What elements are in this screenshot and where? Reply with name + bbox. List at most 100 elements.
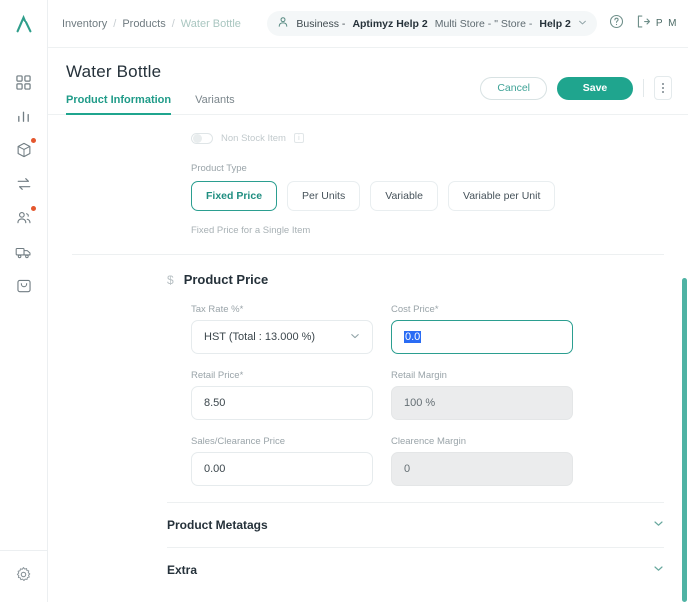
kebab-menu-icon[interactable] <box>654 76 672 100</box>
store-selector-middle: Multi Store - " Store - <box>435 18 533 30</box>
store-selector[interactable]: Business - Aptimyz Help 2 Multi Store - … <box>267 11 596 36</box>
chevron-down-icon <box>653 518 664 532</box>
dollar-icon: $ <box>167 273 174 287</box>
cost-price-label: Cost Price* <box>391 304 573 315</box>
retail-margin-label: Retail Margin <box>391 370 573 381</box>
main-area: Inventory / Products / Water Bottle Busi… <box>48 0 688 602</box>
product-type-options: Fixed Price Per Units Variable Variable … <box>191 181 664 211</box>
non-stock-item-row: Non Stock Item i <box>72 127 664 149</box>
info-icon[interactable]: i <box>294 133 304 143</box>
sidebar-item-transfers[interactable] <box>0 167 48 201</box>
product-price-section-header: $ Product Price <box>72 272 664 287</box>
product-price-section-title: Product Price <box>184 272 269 287</box>
notification-badge-inventory <box>31 138 36 143</box>
accordion-title-product-metatags: Product Metatags <box>167 518 268 532</box>
store-selector-business: Aptimyz Help 2 <box>352 18 427 30</box>
cancel-button[interactable]: Cancel <box>480 77 547 100</box>
product-type-label: Product Type <box>191 163 664 174</box>
breadcrumb-products[interactable]: Products <box>122 18 165 30</box>
vertical-scrollbar[interactable] <box>682 278 687 602</box>
sidebar-nav <box>0 65 48 303</box>
topbar: Inventory / Products / Water Bottle Busi… <box>48 0 688 48</box>
vertical-scrollbar-track[interactable] <box>682 139 688 602</box>
logout-icon <box>636 14 651 34</box>
cost-price-input[interactable]: 0.0 <box>391 320 573 354</box>
chevron-down-icon <box>653 563 664 576</box>
actions-divider <box>643 79 644 97</box>
transfer-arrows-icon <box>16 176 32 192</box>
store-selector-store: Help 2 <box>539 18 571 30</box>
sidebar-item-deliveries[interactable] <box>0 235 48 269</box>
truck-icon <box>15 244 32 261</box>
accordion-product-metatags: Product Metatags <box>72 503 664 547</box>
app-root: Inventory / Products / Water Bottle Busi… <box>0 0 688 602</box>
breadcrumb-separator: / <box>113 18 116 30</box>
help-circle-icon <box>609 14 624 34</box>
form-content: Non Stock Item i Product Type Fixed Pric… <box>48 115 688 576</box>
accordion-extra: Extra <box>72 548 664 576</box>
aptimyz-logo[interactable] <box>0 0 48 48</box>
logout-button[interactable]: P M <box>636 14 678 34</box>
tab-variants[interactable]: Variants <box>195 94 235 115</box>
page-header: Water Bottle Cancel Save <box>48 48 688 82</box>
product-type-helper-text: Fixed Price for a Single Item <box>191 225 664 236</box>
sales-clearance-price-input[interactable]: 0.00 <box>191 452 373 486</box>
help-button[interactable] <box>609 14 624 34</box>
non-stock-item-toggle[interactable] <box>191 133 213 144</box>
gear-icon <box>15 566 32 588</box>
grid-icon <box>16 75 31 90</box>
retail-price-input[interactable]: 8.50 <box>191 386 373 420</box>
users-icon <box>16 210 32 226</box>
notification-badge-customers <box>31 206 36 211</box>
sidebar-item-customers[interactable] <box>0 201 48 235</box>
sidebar-item-purchases[interactable] <box>0 269 48 303</box>
form-scroll-area: Non Stock Item i Product Type Fixed Pric… <box>48 115 688 576</box>
section-divider <box>72 254 664 255</box>
sales-clearance-price-label: Sales/Clearance Price <box>191 436 373 447</box>
sidebar-item-dashboard[interactable] <box>0 65 48 99</box>
product-price-fields: Tax Rate %* HST (Total : 13.000 %) Cost … <box>72 304 664 502</box>
breadcrumb-current: Water Bottle <box>181 18 241 30</box>
chevron-down-icon <box>350 331 360 343</box>
cost-price-field: Cost Price* 0.0 <box>391 304 573 354</box>
store-selector-prefix: Business - <box>296 18 345 30</box>
accordion-header-extra[interactable]: Extra <box>167 548 664 576</box>
tax-rate-field: Tax Rate %* HST (Total : 13.000 %) <box>191 304 373 354</box>
breadcrumb-separator-2: / <box>172 18 175 30</box>
tax-rate-select[interactable]: HST (Total : 13.000 %) <box>191 320 373 354</box>
tax-rate-value: HST (Total : 13.000 %) <box>204 331 315 343</box>
bar-chart-icon <box>16 109 31 124</box>
tab-product-information[interactable]: Product Information <box>66 94 171 115</box>
chevron-down-icon <box>578 18 587 29</box>
breadcrumb-inventory[interactable]: Inventory <box>62 18 107 30</box>
product-type-group: Product Type Fixed Price Per Units Varia… <box>72 163 664 236</box>
retail-margin-input: 100 % <box>391 386 573 420</box>
sidebar-item-inventory[interactable] <box>0 133 48 167</box>
topbar-right: Business - Aptimyz Help 2 Multi Store - … <box>267 11 678 36</box>
save-button[interactable]: Save <box>557 77 633 100</box>
product-type-per-units[interactable]: Per Units <box>287 181 360 211</box>
tax-rate-label: Tax Rate %* <box>191 304 373 315</box>
retail-margin-field: Retail Margin 100 % <box>391 370 573 420</box>
person-icon <box>277 16 289 31</box>
clearance-margin-field: Clearence Margin 0 <box>391 436 573 486</box>
clearance-margin-input: 0 <box>391 452 573 486</box>
non-stock-item-label: Non Stock Item <box>221 133 286 144</box>
product-type-variable-per-unit[interactable]: Variable per Unit <box>448 181 555 211</box>
user-initials: P M <box>656 18 678 29</box>
shopping-bag-icon <box>16 278 32 294</box>
breadcrumb: Inventory / Products / Water Bottle <box>62 18 241 30</box>
sidebar <box>0 0 48 602</box>
accordion-header-product-metatags[interactable]: Product Metatags <box>167 503 664 547</box>
page-actions: Cancel Save <box>480 76 672 100</box>
cost-price-value: 0.0 <box>404 331 421 343</box>
retail-price-label: Retail Price* <box>191 370 373 381</box>
sidebar-item-settings[interactable] <box>0 550 48 602</box>
accordion-title-extra: Extra <box>167 563 197 576</box>
product-type-fixed-price[interactable]: Fixed Price <box>191 181 277 211</box>
sidebar-item-reports[interactable] <box>0 99 48 133</box>
clearance-margin-label: Clearence Margin <box>391 436 573 447</box>
product-type-variable[interactable]: Variable <box>370 181 438 211</box>
box-icon <box>16 142 32 158</box>
retail-price-field: Retail Price* 8.50 <box>191 370 373 420</box>
